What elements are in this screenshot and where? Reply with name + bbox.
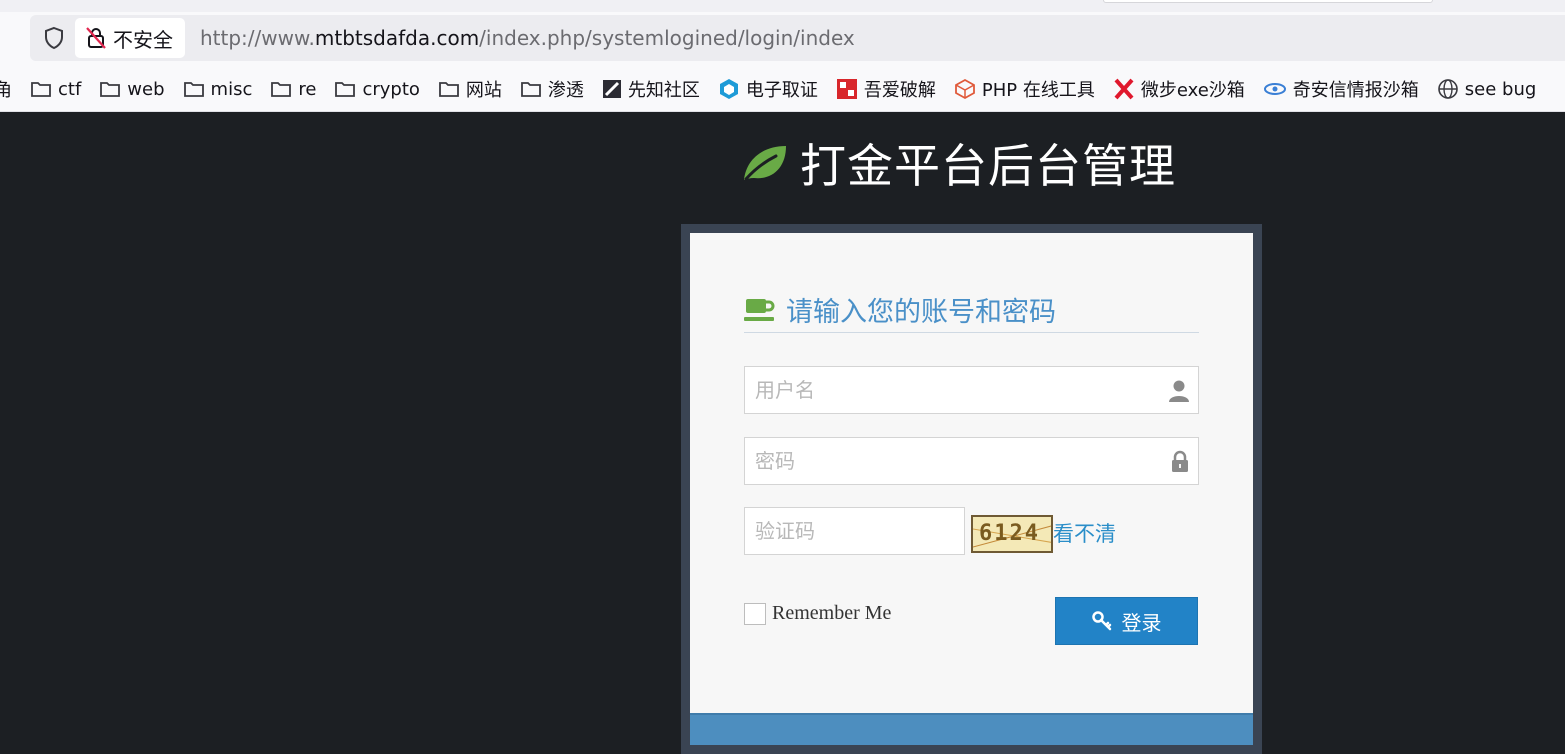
bookmark-label: re <box>298 78 317 100</box>
bookmark-label: 先知社区 <box>627 80 700 101</box>
brand-title: 打金平台后台管理 <box>800 139 1176 193</box>
folder-icon <box>270 79 292 99</box>
login-box-footer <box>690 713 1253 745</box>
address-bar[interactable]: 不安全 http://www.mtbtsdafda.com/index.php/… <box>30 15 1565 61</box>
bookmark-item[interactable]: 微步exe沙箱 <box>1113 76 1245 102</box>
bookmark-item[interactable]: web <box>99 78 165 100</box>
bookmark-label: 微步exe沙箱 <box>1140 80 1245 101</box>
bookmarks-bar: 角 ctf web misc re crypto 网站 渗透 先知社区 电子取证 吾爱破解 PHP 在… <box>0 66 1565 112</box>
xianzhi-icon <box>602 79 622 99</box>
bookmark-item[interactable]: crypto <box>334 78 420 100</box>
captcha-image[interactable]: 6124 <box>971 515 1053 553</box>
connection-insecure-badge[interactable]: 不安全 <box>75 18 185 58</box>
globe-icon <box>1437 78 1459 100</box>
bookmark-item[interactable]: 角 <box>0 76 12 102</box>
login-box-frame: 请输入您的账号和密码 用户名 验证码 6124 看不清 Remember Me … <box>681 224 1262 754</box>
bookmark-item[interactable]: re <box>270 79 316 100</box>
login-button[interactable]: 登录 <box>1055 597 1198 645</box>
username-input[interactable] <box>745 367 1198 413</box>
bookmarks-list: 角 ctf web misc re crypto 网站 渗透 先知社区 电子取证 吾爱破解 PHP 在… <box>0 66 1554 111</box>
username-field <box>744 366 1199 414</box>
bookmark-label: 电子取证 <box>745 80 818 101</box>
login-page: 打金平台后台管理 请输入您的账号和密码 用户名 验证码 6124 看不清 Rem… <box>0 112 1565 754</box>
bookmark-label: see bug <box>1464 78 1537 100</box>
captcha-input[interactable] <box>745 508 964 554</box>
bookmark-item[interactable]: 渗透 <box>520 76 584 102</box>
bookmark-label: 吾爱破解 <box>863 80 936 101</box>
qianxin-icon <box>1263 81 1287 97</box>
url-text[interactable]: http://www.mtbtsdafda.com/index.php/syst… <box>200 26 855 50</box>
bookmark-label: 网站 <box>465 80 502 101</box>
password-field <box>744 437 1199 485</box>
bookmark-label: 奇安信情报沙箱 <box>1292 80 1419 101</box>
bookmark-item[interactable]: ctf <box>30 79 81 100</box>
bookmark-item[interactable]: see bug <box>1437 78 1537 100</box>
52pojie-icon <box>836 78 858 100</box>
key-icon <box>1091 611 1111 631</box>
insecure-label: 不安全 <box>113 27 173 52</box>
toolbar: 不安全 http://www.mtbtsdafda.com/index.php/… <box>0 12 1565 66</box>
remember-label: Remember Me <box>772 602 892 624</box>
captcha-refresh-link[interactable]: 看不清 <box>1053 518 1116 548</box>
login-card: 请输入您的账号和密码 用户名 验证码 6124 看不清 Remember Me … <box>690 233 1253 713</box>
bookmark-item[interactable]: 电子取证 <box>718 76 818 102</box>
url-path: /index.php/systemlogined/login/index <box>479 26 855 50</box>
bookmark-label: web <box>127 78 165 100</box>
remember-me[interactable]: Remember Me <box>744 602 891 625</box>
bookmark-label: PHP 在线工具 <box>981 80 1095 101</box>
active-tab-edge[interactable] <box>1103 0 1433 3</box>
folder-icon <box>334 79 356 99</box>
bookmark-label: 角 <box>0 76 12 102</box>
remember-checkbox[interactable] <box>744 602 766 625</box>
bookmark-item[interactable]: misc <box>183 78 253 100</box>
bookmark-label: crypto <box>362 78 420 100</box>
url-host: mtbtsdafda.com <box>314 26 480 50</box>
url-prefix: http://www. <box>200 26 315 50</box>
form-heading: 请输入您的账号和密码 <box>744 287 1199 333</box>
captcha-field <box>744 507 965 555</box>
cube-icon <box>718 78 740 100</box>
bookmark-label: 渗透 <box>547 80 584 101</box>
bookmark-label: ctf <box>58 78 82 100</box>
folder-icon <box>438 79 460 99</box>
shield-icon[interactable] <box>42 26 66 50</box>
lock-icon <box>1172 450 1188 472</box>
bookmark-label: misc <box>210 78 253 100</box>
form-heading-text: 请输入您的账号和密码 <box>786 297 1056 328</box>
leaf-icon <box>744 146 786 181</box>
folder-icon <box>99 79 121 99</box>
login-label: 登录 <box>1121 610 1162 635</box>
threatbook-icon <box>1113 78 1135 100</box>
php-tool-icon <box>954 78 976 100</box>
bookmark-item[interactable]: 吾爱破解 <box>836 76 936 102</box>
broken-lock-icon <box>86 27 106 49</box>
bookmark-item[interactable]: 先知社区 <box>602 76 700 102</box>
folder-icon <box>520 79 542 99</box>
bookmark-item[interactable]: PHP 在线工具 <box>954 76 1095 102</box>
password-input[interactable] <box>745 438 1198 484</box>
bookmark-item[interactable]: 奇安信情报沙箱 <box>1263 76 1419 102</box>
browser-tabstrip <box>0 0 1565 12</box>
brand-header: 打金平台后台管理 <box>740 130 1176 196</box>
folder-icon <box>183 79 205 99</box>
coffee-cup-icon <box>744 298 775 321</box>
user-icon <box>1169 380 1189 402</box>
folder-icon <box>30 79 52 99</box>
bookmark-item[interactable]: 网站 <box>438 76 502 102</box>
captcha-text: 6124 <box>979 521 1040 546</box>
